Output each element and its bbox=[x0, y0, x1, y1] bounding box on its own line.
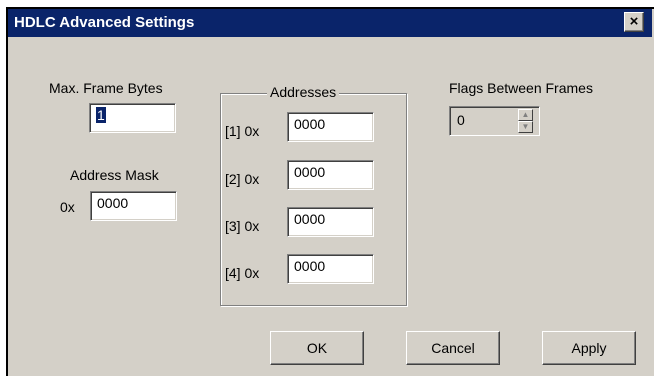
ok-button[interactable]: OK bbox=[270, 331, 364, 365]
spin-down-button[interactable]: ▼ bbox=[518, 121, 533, 133]
address-1-value: 0000 bbox=[294, 116, 326, 132]
address-3-label: [3] 0x bbox=[225, 218, 260, 234]
address-4-label: [4] 0x bbox=[225, 265, 260, 281]
cancel-button[interactable]: Cancel bbox=[406, 331, 500, 365]
address-4-input[interactable]: 0000 bbox=[287, 254, 374, 284]
address-1-input[interactable]: 0000 bbox=[287, 112, 374, 142]
address-mask-label: Address Mask bbox=[70, 167, 159, 183]
title-bar[interactable]: HDLC Advanced Settings × bbox=[8, 9, 652, 37]
arrow-down-icon: ▼ bbox=[521, 122, 530, 131]
address-4-value: 0000 bbox=[294, 258, 326, 274]
arrow-up-icon: ▲ bbox=[521, 110, 530, 119]
address-1-label: [1] 0x bbox=[225, 123, 260, 139]
address-2-label: [2] 0x bbox=[225, 171, 260, 187]
max-frame-bytes-value: 1 bbox=[96, 107, 106, 123]
address-mask-input[interactable]: 0000 bbox=[90, 191, 177, 221]
addresses-group-title: Addresses bbox=[267, 84, 340, 100]
flags-between-frames-spinner[interactable]: 0 ▲ ▼ bbox=[449, 106, 540, 136]
address-mask-value: 0000 bbox=[97, 195, 129, 211]
flags-between-frames-value: 0 bbox=[457, 112, 465, 128]
address-2-input[interactable]: 0000 bbox=[287, 160, 374, 190]
spin-up-button[interactable]: ▲ bbox=[518, 109, 533, 121]
hdlc-advanced-settings-dialog: HDLC Advanced Settings × Max. Frame Byte… bbox=[6, 7, 654, 376]
apply-button[interactable]: Apply bbox=[542, 331, 636, 365]
max-frame-bytes-label: Max. Frame Bytes bbox=[49, 80, 163, 96]
address-mask-prefix: 0x bbox=[60, 199, 75, 215]
addresses-group: Addresses [1] 0x 0000 [2] 0x 0000 [3] 0x… bbox=[220, 84, 407, 306]
address-3-value: 0000 bbox=[294, 211, 326, 227]
address-3-input[interactable]: 0000 bbox=[287, 207, 374, 237]
flags-between-frames-label: Flags Between Frames bbox=[449, 80, 593, 96]
max-frame-bytes-input[interactable]: 1 bbox=[89, 103, 176, 133]
address-2-value: 0000 bbox=[294, 164, 326, 180]
close-icon: × bbox=[629, 13, 639, 30]
window-title: HDLC Advanced Settings bbox=[14, 14, 195, 31]
close-button[interactable]: × bbox=[624, 12, 644, 32]
